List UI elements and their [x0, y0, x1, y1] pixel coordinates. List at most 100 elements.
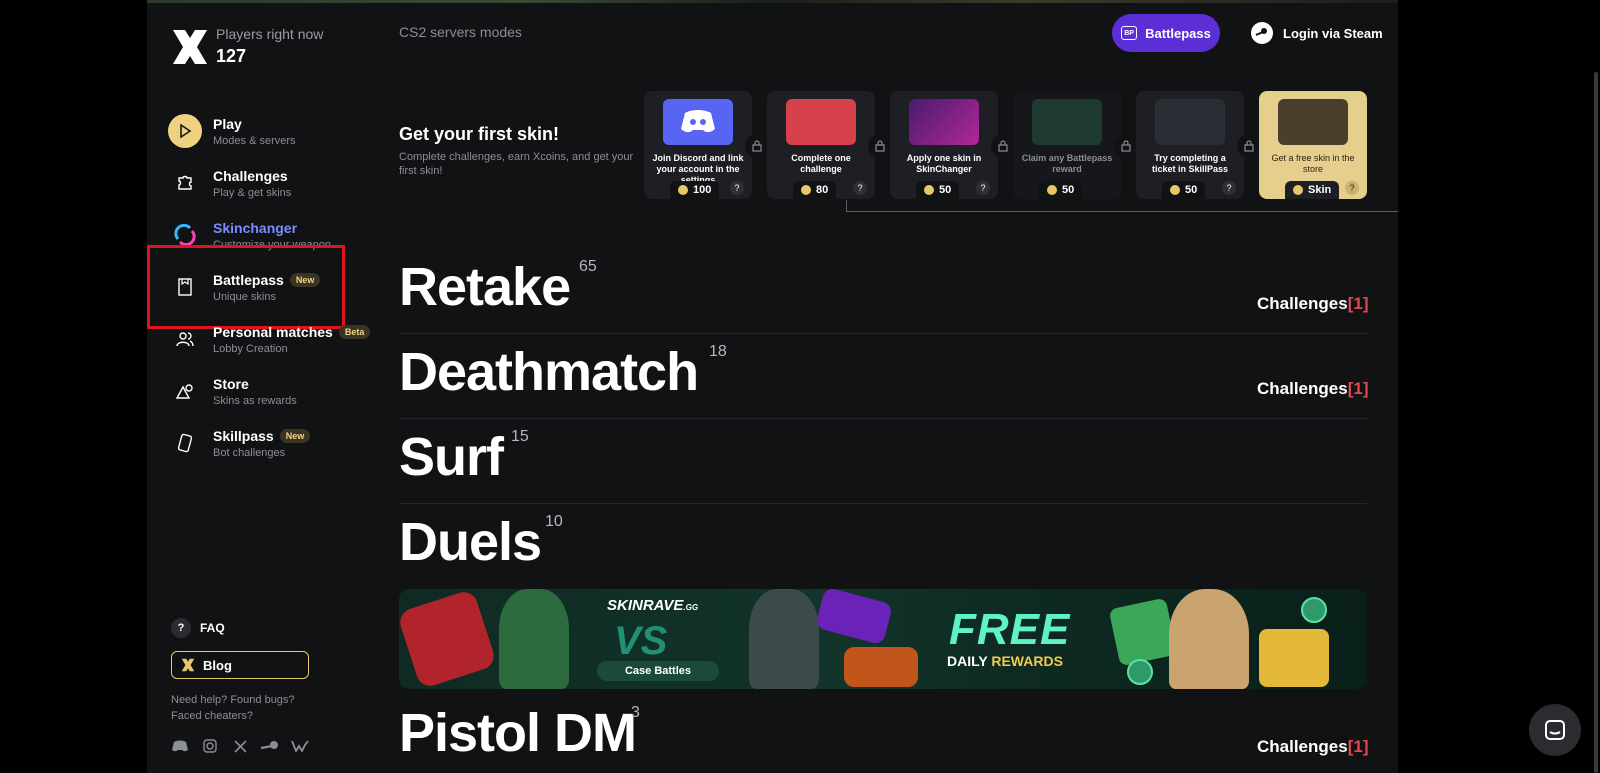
- help-icon[interactable]: ?: [1345, 181, 1359, 195]
- step-card-skinchanger[interactable]: Apply one skin in SkinChanger 50 ?: [890, 91, 998, 199]
- step-card-battlepass[interactable]: Claim any Battlepass reward 50: [1013, 91, 1121, 199]
- challenges-link[interactable]: Challenges[1]: [1257, 294, 1369, 314]
- ad-decoration: [814, 589, 894, 646]
- lock-icon: [991, 134, 1015, 158]
- mode-player-count: 10: [545, 513, 563, 530]
- mode-retake[interactable]: Retake 65: [399, 256, 597, 318]
- card-icon: [168, 426, 202, 460]
- help-icon[interactable]: ?: [730, 181, 744, 195]
- mode-name: Retake: [399, 257, 571, 317]
- skinrave-ad-banner[interactable]: SKINRAVE.GG VS Case Battles FREE DAILY R…: [399, 589, 1367, 689]
- sidebar-item-challenges[interactable]: Challenges Play & get skins: [168, 161, 291, 205]
- new-badge: New: [279, 428, 311, 443]
- mode-player-count: 65: [579, 258, 597, 275]
- site-logo[interactable]: [171, 28, 209, 66]
- lock-icon: [1237, 134, 1261, 158]
- ad-brand-name: SKINRAVE: [607, 597, 684, 614]
- question-icon: ?: [171, 618, 191, 638]
- mode-duels[interactable]: Duels 10: [399, 511, 563, 573]
- beta-badge: Beta: [338, 324, 371, 339]
- ad-free-text: FREE: [949, 605, 1071, 654]
- help-text[interactable]: Need help? Found bugs? Faced cheaters?: [171, 692, 295, 724]
- help-line: Need help? Found bugs?: [171, 694, 295, 706]
- reward-value: 100: [693, 184, 712, 196]
- online-counter: Players right now 127: [216, 26, 323, 67]
- step-reward: Skin: [1285, 181, 1340, 199]
- sidebar-item-play[interactable]: Play Modes & servers: [168, 109, 296, 153]
- reward-value: 50: [939, 184, 952, 196]
- step-text: Apply one skin in SkinChanger: [906, 153, 982, 174]
- ad-character: [499, 589, 569, 689]
- mode-player-count: 18: [709, 343, 727, 360]
- step-card-skillpass[interactable]: Try completing a ticket in SkillPass 50 …: [1136, 91, 1244, 199]
- steam-icon[interactable]: [261, 738, 279, 754]
- battlepass-button[interactable]: BP Battlepass: [1112, 14, 1220, 52]
- sidebar-item-label: Store: [213, 375, 249, 392]
- challenge-illustration: [786, 99, 856, 145]
- step-card-free-skin[interactable]: Get a free skin in the store Skin ?: [1259, 91, 1367, 199]
- help-icon[interactable]: ?: [1222, 181, 1236, 195]
- skin-illustration: [1278, 99, 1348, 145]
- faq-link[interactable]: ? FAQ: [171, 618, 225, 638]
- ad-character: [1169, 589, 1249, 689]
- mode-surf[interactable]: Surf 15: [399, 426, 529, 488]
- xcoin-icon: [801, 185, 811, 195]
- sidebar-item-personal-matches[interactable]: Personal matches Beta Lobby Creation: [168, 317, 371, 361]
- faq-label: FAQ: [200, 621, 225, 635]
- battlepass-illustration: [1032, 99, 1102, 145]
- mode-pistol-dm[interactable]: Pistol DM 3: [399, 702, 640, 764]
- step-card-challenge[interactable]: Complete one challenge 80 ?: [767, 91, 875, 199]
- challenges-label: Challenges: [1257, 379, 1348, 398]
- ad-rewards: REWARDS: [991, 653, 1063, 669]
- vk-icon[interactable]: [291, 738, 309, 754]
- ad-brand: SKINRAVE.GG: [607, 597, 698, 614]
- mode-name: Pistol DM: [399, 703, 637, 763]
- ad-decoration: [399, 589, 498, 689]
- steps-connector: [846, 200, 1398, 212]
- step-card-discord[interactable]: Join Discord and link your account in th…: [644, 91, 752, 199]
- divider: [399, 333, 1367, 334]
- sidebar: Players right now 127 Play Modes & serve…: [147, 0, 377, 773]
- mode-name: Surf: [399, 427, 504, 487]
- challenges-label: Challenges: [1257, 294, 1348, 313]
- ad-character: [749, 589, 819, 689]
- sidebar-item-label: Personal matches: [213, 323, 333, 340]
- sidebar-item-store[interactable]: Store Skins as rewards: [168, 369, 297, 413]
- mode-deathmatch[interactable]: Deathmatch 18: [399, 341, 727, 403]
- x-icon[interactable]: [231, 738, 249, 754]
- blog-button[interactable]: Blog: [171, 651, 309, 679]
- help-icon[interactable]: ?: [853, 181, 867, 195]
- sidebar-item-sub: Bot challenges: [213, 446, 286, 459]
- ad-brand-suffix: .GG: [683, 603, 699, 612]
- step-text: Claim any Battlepass reward: [1021, 153, 1113, 174]
- challenges-count: 1: [1353, 737, 1363, 756]
- logo-icon: [181, 658, 195, 672]
- sidebar-item-skillpass[interactable]: Skillpass New Bot challenges: [168, 421, 311, 465]
- xcoin-icon: [1170, 185, 1180, 195]
- scrollbar[interactable]: [1594, 72, 1598, 773]
- login-steam-button[interactable]: Login via Steam: [1251, 22, 1383, 44]
- coin-icon: [1301, 597, 1327, 623]
- instagram-icon[interactable]: [201, 738, 219, 754]
- challenges-label: Challenges: [1257, 737, 1348, 756]
- step-reward: 100: [670, 181, 720, 199]
- challenges-link[interactable]: Challenges[1]: [1257, 737, 1369, 757]
- blog-label: Blog: [203, 657, 232, 673]
- help-icon[interactable]: ?: [976, 181, 990, 195]
- challenges-link[interactable]: Challenges[1]: [1257, 379, 1369, 399]
- xcoin-icon: [924, 185, 934, 195]
- online-label: Players right now: [216, 26, 324, 42]
- mode-player-count: 3: [631, 704, 640, 721]
- sidebar-item-sub: Lobby Creation: [213, 342, 288, 355]
- step-reward: 50: [916, 181, 960, 199]
- discord-icon[interactable]: [171, 738, 189, 754]
- ad-daily-rewards: DAILY REWARDS: [947, 653, 1063, 669]
- lock-icon: [1114, 134, 1138, 158]
- sidebar-item-label: Challenges: [213, 167, 288, 184]
- mode-player-count: 15: [511, 428, 529, 445]
- chat-button[interactable]: [1529, 704, 1581, 756]
- sidebar-item-sub: Play & get skins: [213, 186, 292, 199]
- ticket-illustration: [1155, 99, 1225, 145]
- reward-value: 50: [1062, 184, 1075, 196]
- step-reward: 50: [1039, 181, 1083, 199]
